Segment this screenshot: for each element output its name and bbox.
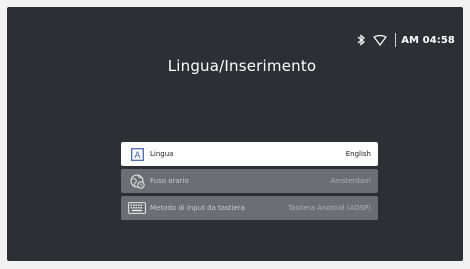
timezone-globe-icon	[128, 172, 146, 190]
setting-value: Tastiera Android (AOSP)	[287, 204, 371, 212]
setting-row-language[interactable]: A Lingua English	[121, 142, 378, 166]
keyboard-icon	[128, 199, 146, 217]
setting-label: Metodo di input da tastiera	[150, 204, 245, 212]
bluetooth-icon	[357, 34, 366, 46]
setting-row-timezone[interactable]: Fuso orario Amsterdam	[121, 169, 378, 193]
page-title: Lingua/Inserimento	[167, 57, 317, 75]
setting-label: Lingua	[150, 150, 174, 158]
status-bar: AM 04:58	[357, 32, 455, 48]
setting-value: Amsterdam	[330, 177, 371, 185]
setting-row-keyboard[interactable]: Metodo di input da tastiera Tastiera And…	[121, 196, 378, 220]
settings-list: A Lingua English Fuso orario Amsterdam M…	[121, 142, 378, 223]
setting-label: Fuso orario	[150, 177, 189, 185]
setting-value: English	[345, 150, 371, 158]
status-divider	[395, 33, 397, 47]
language-icon: A	[128, 145, 146, 163]
svg-text:A: A	[134, 151, 141, 161]
wifi-icon	[373, 34, 387, 46]
tv-screen: AM 04:58 Lingua/Inserimento A Lingua Eng…	[7, 7, 463, 261]
clock: AM 04:58	[401, 34, 455, 46]
